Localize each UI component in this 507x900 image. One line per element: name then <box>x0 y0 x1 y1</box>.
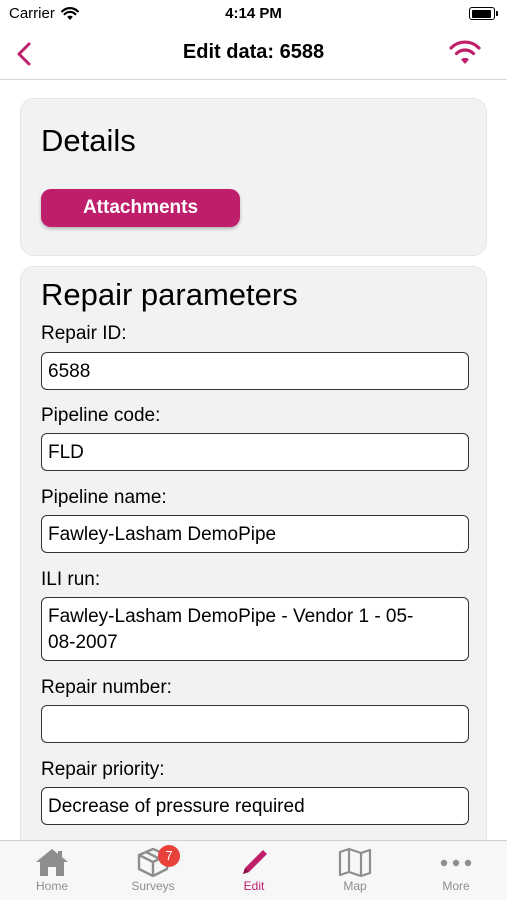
status-bar: Carrier 4:14 PM <box>0 0 507 28</box>
tab-edit-label: Edit <box>243 879 265 893</box>
scroll-content[interactable]: Details Attachments Repair parameters Re… <box>0 80 507 840</box>
tab-surveys-label: Surveys <box>131 879 175 893</box>
more-icon <box>440 859 472 867</box>
tab-bar: Home 7 Surveys Edit Map More <box>0 840 507 900</box>
repair-parameters-card: Repair parameters Repair ID: 6588 Pipeli… <box>20 266 487 840</box>
repair-id-label: Repair ID: <box>41 323 127 344</box>
repair-number-field[interactable] <box>41 705 469 743</box>
details-title: Details <box>41 123 136 158</box>
surveys-badge: 7 <box>158 845 180 867</box>
pipeline-code-label: Pipeline code: <box>41 405 161 426</box>
repair-id-field[interactable]: 6588 <box>41 352 469 390</box>
home-icon <box>36 849 68 876</box>
tab-more[interactable]: More <box>416 847 496 899</box>
tab-more-label: More <box>442 879 470 893</box>
pencil-icon <box>243 850 267 874</box>
ili-run-label: ILI run: <box>41 569 101 590</box>
status-time: 4:14 PM <box>225 5 282 22</box>
tab-map[interactable]: Map <box>315 847 395 899</box>
page-title: Edit data: 6588 <box>182 41 325 63</box>
pipeline-name-field[interactable]: Fawley-Lasham DemoPipe <box>41 515 469 553</box>
battery-icon <box>469 7 498 20</box>
navigation-bar: Edit data: 6588 <box>0 28 507 80</box>
attachments-button[interactable]: Attachments <box>41 189 240 227</box>
pipeline-name-label: Pipeline name: <box>41 487 167 508</box>
repair-number-label: Repair number: <box>41 677 172 698</box>
tab-home-label: Home <box>35 879 68 893</box>
tab-edit[interactable]: Edit <box>214 847 294 899</box>
tab-map-label: Map <box>343 879 367 893</box>
tab-home[interactable]: Home <box>12 847 92 899</box>
tab-surveys[interactable]: 7 Surveys <box>113 845 193 899</box>
repair-priority-label: Repair priority: <box>41 759 165 780</box>
map-icon <box>338 847 372 877</box>
repair-parameters-title: Repair parameters <box>41 277 298 312</box>
repair-priority-field[interactable]: Decrease of pressure required <box>41 787 469 825</box>
ili-run-field[interactable]: Fawley-Lasham DemoPipe - Vendor 1 - 05-0… <box>41 597 469 661</box>
details-card: Details Attachments <box>20 98 487 256</box>
wifi-icon[interactable] <box>447 38 483 68</box>
pipeline-code-field[interactable]: FLD <box>41 433 469 471</box>
